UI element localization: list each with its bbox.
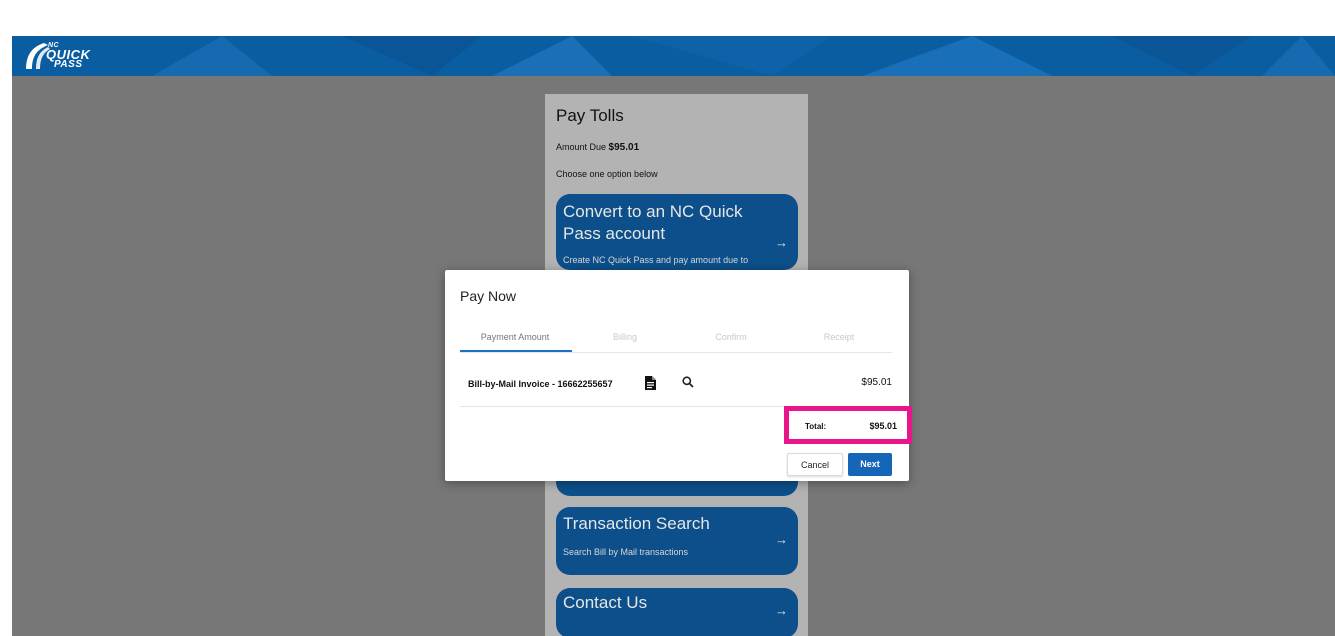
contact-us-option[interactable]: Contact Us → xyxy=(556,588,798,636)
transaction-search-option[interactable]: Transaction Search Search Bill by Mail t… xyxy=(556,507,798,575)
payment-steps-tabs: Payment Amount Billing Confirm Receipt xyxy=(460,322,892,353)
amount-due-value: $95.01 xyxy=(608,142,640,153)
choose-option-text: Choose one option below xyxy=(556,169,658,179)
arrow-right-icon: → xyxy=(775,603,788,618)
cancel-button[interactable]: Cancel xyxy=(787,453,843,476)
tab-payment-amount[interactable]: Payment Amount xyxy=(460,322,570,352)
tab-receipt[interactable]: Receipt xyxy=(784,322,894,352)
search-icon[interactable] xyxy=(682,376,694,388)
total-label: Total: xyxy=(805,422,827,431)
site-header: NC QUICK PASS xyxy=(12,36,1335,76)
arrow-right-icon: → xyxy=(775,532,788,547)
tab-billing[interactable]: Billing xyxy=(570,322,680,352)
invoice-row: Bill-by-Mail Invoice - 16662255657 $95.0… xyxy=(460,362,892,407)
document-icon[interactable] xyxy=(645,376,656,390)
total-highlight-box: Total: $95.01 xyxy=(784,406,912,444)
amount-due: Amount Due $95.01 xyxy=(556,142,639,153)
convert-account-title: Convert to an NC Quick Pass account xyxy=(563,202,743,243)
tab-confirm[interactable]: Confirm xyxy=(676,322,786,352)
pay-now-modal: Pay Now Payment Amount Billing Confirm R… xyxy=(445,270,912,481)
logo-text-pass: PASS xyxy=(54,59,83,70)
contact-us-title: Contact Us xyxy=(563,593,648,612)
invoice-label: Bill-by-Mail Invoice - 16662255657 xyxy=(468,379,613,389)
transaction-search-title: Transaction Search xyxy=(563,514,710,533)
invoice-amount: $95.01 xyxy=(861,377,892,388)
next-button[interactable]: Next xyxy=(848,453,892,476)
total-value: $95.01 xyxy=(869,421,897,431)
arrow-right-icon: → xyxy=(775,235,788,250)
transaction-search-subtitle: Search Bill by Mail transactions xyxy=(563,547,689,557)
header-pattern xyxy=(152,36,1335,76)
modal-title: Pay Now xyxy=(460,288,517,304)
convert-account-option[interactable]: Convert to an NC Quick Pass account Crea… xyxy=(556,194,798,270)
active-tab-indicator xyxy=(460,350,572,352)
nc-quick-pass-logo[interactable]: NC QUICK PASS xyxy=(22,41,112,71)
amount-due-label: Amount Due xyxy=(556,142,607,152)
pay-tolls-title: Pay Tolls xyxy=(556,106,624,125)
convert-account-subtitle: Create NC Quick Pass and pay amount due … xyxy=(563,255,749,265)
